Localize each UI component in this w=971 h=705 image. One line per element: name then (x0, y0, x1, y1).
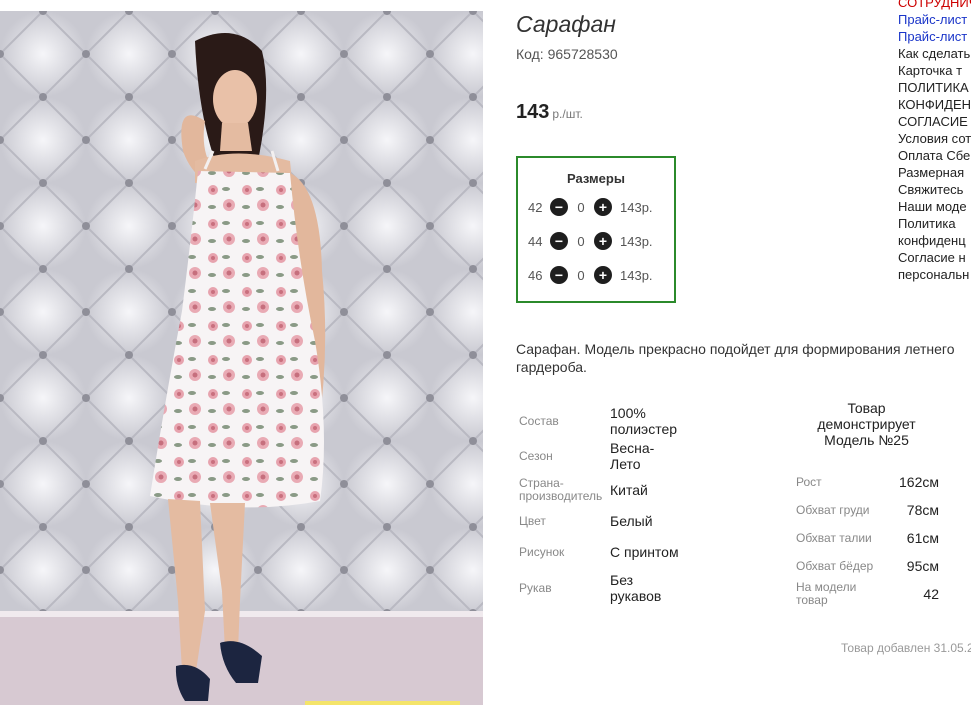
property-value: Белый (610, 513, 653, 529)
property-row: Цвет Белый (519, 512, 653, 530)
quantity-value: 0 (577, 267, 585, 283)
model-key: Обхват бёдер (796, 558, 874, 573)
minus-circle-icon[interactable]: − (550, 232, 568, 250)
plus-circle-icon[interactable]: + (594, 232, 612, 250)
property-row: Страна-производитель Китай (519, 475, 648, 505)
property-key: Рисунок (519, 544, 565, 559)
product-title: Сарафан (516, 11, 616, 37)
sidebar-link-data-consent-cont[interactable]: персональн (898, 266, 971, 283)
property-value: Китай (610, 482, 648, 498)
sidebar-link-price-list-2[interactable]: Прайс-лист (898, 28, 971, 45)
property-row: Рисунок С принтом (519, 536, 680, 568)
model-row: Обхват талии 61см (796, 530, 939, 546)
model-value: 61см (906, 530, 939, 546)
product-code: Код: 965728530 (516, 46, 618, 62)
sidebar-links: СОТРУДНИЧ Прайс-лист Прайс-лист Как сдел… (898, 0, 971, 283)
model-key: Обхват талии (796, 530, 872, 545)
size-price: 143р. (620, 199, 653, 215)
sidebar-link-data-consent[interactable]: Согласие н (898, 249, 971, 266)
sidebar-link-cooperation[interactable]: СОТРУДНИЧ (898, 0, 971, 11)
sizes-panel: Размеры 42 − 0 + 143р. 44 − 0 + 143р. 46… (516, 156, 676, 303)
sidebar-link-consent[interactable]: СОГЛАСИЕ (898, 113, 971, 130)
model-row: На модели товар 42 (796, 581, 939, 607)
size-label: 42 (528, 199, 543, 215)
model-row: Обхват бёдер 95см (796, 558, 939, 574)
minus-circle-icon[interactable]: − (550, 198, 568, 216)
property-value: 100% полиэстер (610, 405, 678, 437)
sidebar-link-our-models[interactable]: Наши моде (898, 198, 971, 215)
sidebar-link-privacy[interactable]: КОНФИДЕН (898, 96, 971, 113)
sizes-header: Размеры (567, 171, 625, 186)
sidebar-link-payment[interactable]: Оплата Сбе (898, 147, 971, 164)
model-row: Рост 162см (796, 474, 939, 490)
property-row: Состав 100% полиэстер (519, 404, 690, 438)
size-label: 44 (528, 233, 543, 249)
size-row: 46 − 0 + 143р. (528, 265, 653, 285)
product-description: Сарафан. Модель прекрасно подойдет для ф… (516, 341, 955, 375)
sidebar-link-company-card[interactable]: Карточка т (898, 62, 971, 79)
size-price: 143р. (620, 267, 653, 283)
property-row: Сезон Весна-Лето (519, 440, 670, 472)
property-row: Рукав Без рукавов (519, 572, 680, 604)
model-value: 42 (923, 586, 939, 602)
price-value: 143 (516, 101, 550, 123)
sidebar-link-how-to-order[interactable]: Как сделать (898, 45, 971, 62)
sidebar-link-privacy-policy[interactable]: Политика (898, 215, 971, 232)
plus-circle-icon[interactable]: + (594, 198, 612, 216)
size-row: 44 − 0 + 143р. (528, 231, 653, 251)
added-date: Товар добавлен 31.05.2 (841, 641, 971, 655)
model-row: Обхват груди 78см (796, 502, 939, 518)
property-key: Сезон (519, 448, 553, 463)
sidebar-link-privacy-policy-cont[interactable]: конфиденц (898, 232, 971, 249)
property-key: Рукав (519, 580, 552, 595)
sidebar-link-size-chart[interactable]: Размерная (898, 164, 971, 181)
product-price: 143 р./шт. (516, 101, 583, 124)
price-unit: р./шт. (552, 107, 583, 121)
model-value: 95см (906, 558, 939, 574)
product-photo[interactable] (0, 11, 483, 705)
property-key: Состав (519, 413, 559, 428)
model-key: Обхват груди (796, 502, 870, 517)
sidebar-link-contact[interactable]: Свяжитесь (898, 181, 971, 198)
model-value: 78см (906, 502, 939, 518)
quantity-value: 0 (577, 199, 585, 215)
property-key: Цвет (519, 513, 546, 528)
size-label: 46 (528, 267, 543, 283)
property-value: С принтом (610, 544, 679, 560)
model-heading: Товар демонстрирует Модель №25 (817, 400, 916, 448)
minus-circle-icon[interactable]: − (550, 266, 568, 284)
model-key: На модели товар (796, 580, 857, 607)
quantity-value: 0 (577, 233, 585, 249)
model-value: 162см (899, 474, 939, 490)
plus-circle-icon[interactable]: + (594, 266, 612, 284)
sidebar-link-terms[interactable]: Условия сот (898, 130, 971, 147)
size-price: 143р. (620, 233, 653, 249)
sidebar-link-policy[interactable]: ПОЛИТИКА (898, 79, 971, 96)
property-key: Страна-производитель (519, 476, 603, 503)
size-row: 42 − 0 + 143р. (528, 197, 653, 217)
model-key: Рост (796, 474, 822, 489)
sidebar-link-price-list[interactable]: Прайс-лист (898, 11, 971, 28)
property-value: Без рукавов (610, 572, 662, 604)
property-value: Весна-Лето (610, 440, 655, 472)
